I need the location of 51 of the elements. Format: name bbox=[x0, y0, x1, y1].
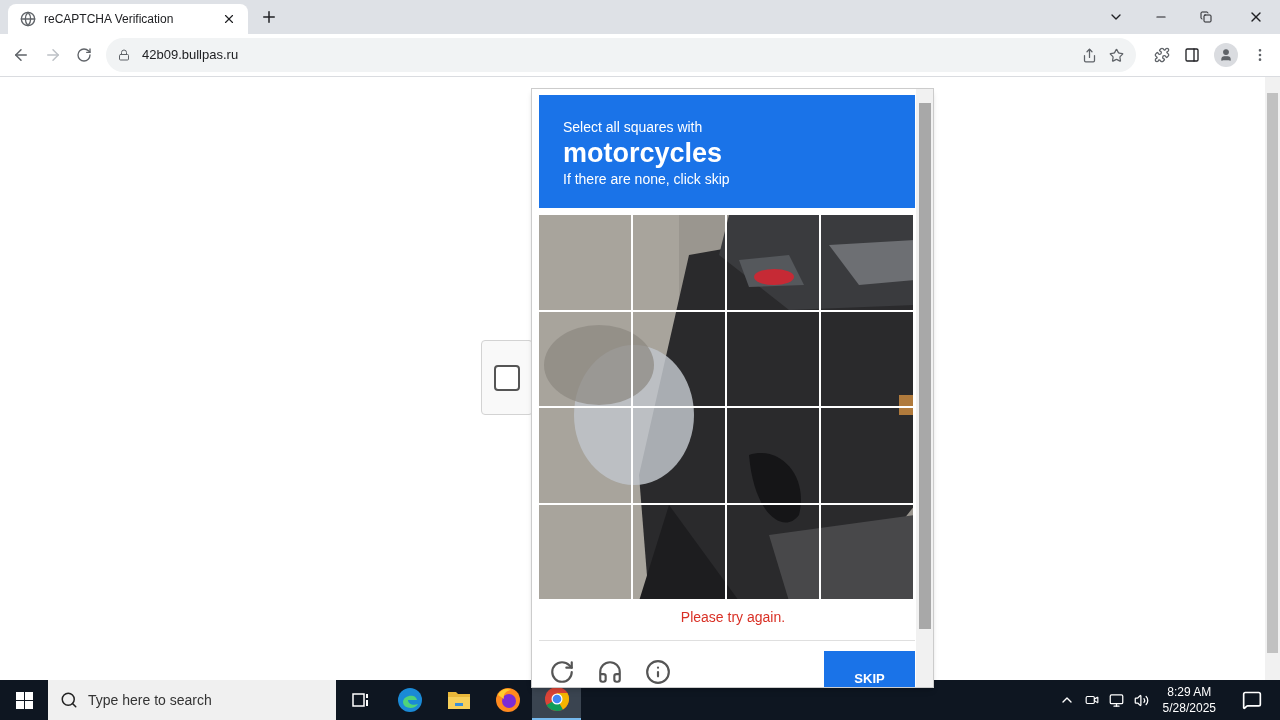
search-placeholder: Type here to search bbox=[88, 690, 212, 710]
bookmark-icon[interactable] bbox=[1109, 47, 1124, 63]
folder-icon bbox=[446, 689, 471, 711]
profile-icon[interactable] bbox=[1214, 43, 1238, 67]
image-tile[interactable] bbox=[539, 215, 633, 312]
target-text: motorcycles bbox=[563, 137, 724, 170]
image-tile[interactable] bbox=[727, 311, 821, 408]
image-tile[interactable] bbox=[633, 215, 727, 312]
image-tile[interactable] bbox=[539, 408, 633, 505]
audio-challenge-icon[interactable] bbox=[597, 659, 623, 685]
back-icon[interactable] bbox=[12, 46, 30, 64]
new-tab-icon[interactable] bbox=[260, 8, 278, 26]
clock-time: 8:29 AM bbox=[1167, 684, 1212, 700]
share-icon[interactable] bbox=[1082, 47, 1097, 63]
lock-icon bbox=[118, 49, 130, 61]
image-tile[interactable] bbox=[633, 311, 727, 408]
address-text: 42b09.bullpas.ru bbox=[142, 46, 240, 65]
volume-icon[interactable] bbox=[1133, 692, 1149, 708]
globe-icon bbox=[20, 11, 36, 27]
prompt-text: Select all squares with bbox=[563, 119, 704, 135]
address-bar[interactable]: 42b09.bullpas.ru bbox=[106, 38, 1136, 72]
info-icon[interactable] bbox=[645, 659, 671, 685]
skip-button[interactable]: SKIP bbox=[824, 651, 915, 687]
camera-icon[interactable] bbox=[1084, 693, 1099, 707]
notifications-icon[interactable] bbox=[1242, 690, 1262, 710]
side-panel-icon[interactable] bbox=[1184, 47, 1200, 63]
extensions-icon[interactable] bbox=[1154, 47, 1170, 63]
hint-text: If there are none, click skip bbox=[563, 171, 731, 187]
image-tile[interactable] bbox=[633, 408, 727, 505]
search-icon bbox=[60, 691, 78, 709]
captcha-checkbox[interactable] bbox=[494, 364, 520, 391]
image-tile[interactable] bbox=[539, 504, 633, 601]
reload-challenge-icon[interactable] bbox=[549, 659, 575, 685]
image-tile[interactable] bbox=[633, 504, 727, 601]
error-message: Please try again. bbox=[679, 608, 787, 627]
image-tile[interactable] bbox=[539, 311, 633, 408]
close-tab-icon[interactable] bbox=[222, 12, 236, 26]
browser-tab[interactable]: reCAPTCHA Verification bbox=[8, 4, 248, 34]
firefox-icon bbox=[494, 687, 521, 713]
reload-icon[interactable] bbox=[76, 47, 92, 63]
restore-icon[interactable] bbox=[1200, 11, 1212, 23]
tab-title: reCAPTCHA Verification bbox=[44, 11, 175, 28]
image-tile[interactable] bbox=[727, 504, 821, 601]
taskbar-search-field[interactable]: Type here to search bbox=[48, 680, 336, 720]
clock-date: 5/28/2025 bbox=[1162, 700, 1216, 716]
windows-start-icon[interactable] bbox=[15, 691, 33, 709]
image-tile[interactable] bbox=[727, 408, 821, 505]
edge-icon bbox=[396, 687, 423, 713]
image-tile[interactable] bbox=[727, 215, 821, 312]
task-view-icon bbox=[350, 690, 371, 710]
network-icon[interactable] bbox=[1108, 692, 1124, 708]
